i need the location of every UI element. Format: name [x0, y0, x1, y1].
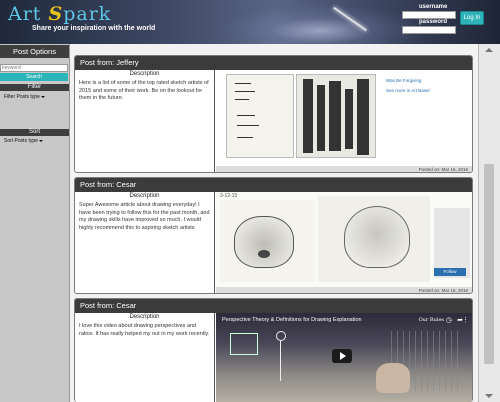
dog-sketch-image: [220, 200, 316, 282]
username-label: username: [419, 4, 448, 10]
description-text: Here is a list of some of the top rated …: [79, 80, 209, 101]
more-icon[interactable]: ⋮: [462, 316, 469, 324]
post-header: Post from: Cesar: [75, 178, 472, 192]
clock-icon[interactable]: ◷: [446, 316, 452, 324]
filter-dropdown-label: Filter Posts type: [4, 94, 40, 100]
side-panel: Follow: [434, 208, 470, 278]
scroll-up-arrow-icon[interactable]: [485, 48, 493, 52]
sort-dropdown[interactable]: Sort Posts type: [4, 138, 43, 144]
scrollbar-thumb[interactable]: [484, 164, 494, 364]
post-media-preview[interactable]: Was Be Forgiving See more in Art Basel: [216, 70, 472, 166]
hand-in-video: [376, 363, 410, 393]
chevron-down-icon: [38, 139, 43, 142]
video-corner-text: Our Rules: [418, 317, 444, 323]
video-player[interactable]: Perspective Theory & Definitions for Dra…: [216, 313, 472, 402]
site-tagline: Share your inspiration with the world: [32, 25, 156, 32]
video-title[interactable]: Perspective Theory & Definitions for Dra…: [222, 317, 362, 323]
post-title[interactable]: Post from: Cesar: [80, 301, 136, 310]
search-button[interactable]: Search: [0, 73, 68, 81]
logo-s-letter: S: [48, 3, 64, 25]
post-card: Post from: Cesar Description Super Aweso…: [74, 177, 473, 294]
sketch-image: [296, 74, 376, 158]
post-feed: Post from: Jeffery Description Here is a…: [69, 44, 478, 402]
play-button[interactable]: [332, 349, 352, 363]
sidebar: Post Options keyword Search Filter Filte…: [0, 44, 69, 402]
post-header: Post from: Jeffery: [75, 56, 472, 70]
posted-date: Posted on: Mar 16, 2016: [418, 288, 468, 293]
username-field[interactable]: [402, 11, 456, 19]
password-label: password: [419, 19, 448, 25]
post-card: Post from: Jeffery Description Here is a…: [74, 55, 473, 173]
login-button[interactable]: Log In: [460, 11, 484, 25]
site-header: Art Spark Share your inspiration with th…: [0, 0, 500, 44]
filter-dropdown[interactable]: Filter Posts type: [4, 94, 45, 100]
video-frame-art: [276, 331, 286, 341]
post-media-preview[interactable]: 3-12-15 Follow: [216, 192, 472, 287]
page-scrollbar[interactable]: [478, 44, 500, 402]
logo-park-text: park: [63, 3, 112, 25]
sort-title: Sort: [0, 129, 69, 136]
site-logo[interactable]: Art Spark: [8, 3, 111, 25]
description-label: Description: [129, 71, 160, 77]
description-text: I love this video about drawing perspect…: [79, 323, 210, 337]
post-title[interactable]: Post from: Cesar: [80, 180, 136, 189]
header-background-art: [200, 0, 420, 44]
logo-art-text: Art: [8, 3, 49, 25]
video-frame-art: [280, 341, 281, 381]
post-options-title: Post Options: [0, 45, 69, 58]
post-description: Description Here is a list of some of th…: [75, 70, 215, 172]
search-input[interactable]: keyword: [0, 64, 68, 72]
post-description: Description I love this video about draw…: [75, 313, 215, 402]
description-label: Description: [129, 193, 160, 199]
post-title[interactable]: Post from: Jeffery: [80, 58, 139, 67]
description-label: Description: [129, 314, 160, 320]
post-card: Post from: Cesar Description I love this…: [74, 298, 473, 402]
sketch-image: [226, 74, 294, 158]
post-description: Description Super Awesome article about …: [75, 192, 215, 293]
description-text: Super Awesome article about drawing ever…: [79, 202, 210, 231]
filter-title: Filter: [0, 84, 69, 91]
video-frame-art: [230, 333, 258, 355]
cat-sketch-image: [318, 196, 430, 282]
sort-dropdown-label: Sort Posts type: [4, 138, 38, 144]
media-link[interactable]: Was Be Forgiving: [386, 78, 421, 83]
chevron-down-icon: [40, 95, 45, 98]
media-caption: 3-12-15: [220, 193, 238, 199]
follow-button[interactable]: Follow: [434, 268, 466, 276]
scroll-down-arrow-icon[interactable]: [485, 394, 493, 398]
password-field[interactable]: [402, 26, 456, 34]
play-icon: [340, 352, 346, 360]
post-header: Post from: Cesar: [75, 299, 472, 313]
media-link[interactable]: See more in Art Basel: [386, 88, 430, 93]
posted-date: Posted on: Mar 16, 2016: [418, 167, 468, 172]
